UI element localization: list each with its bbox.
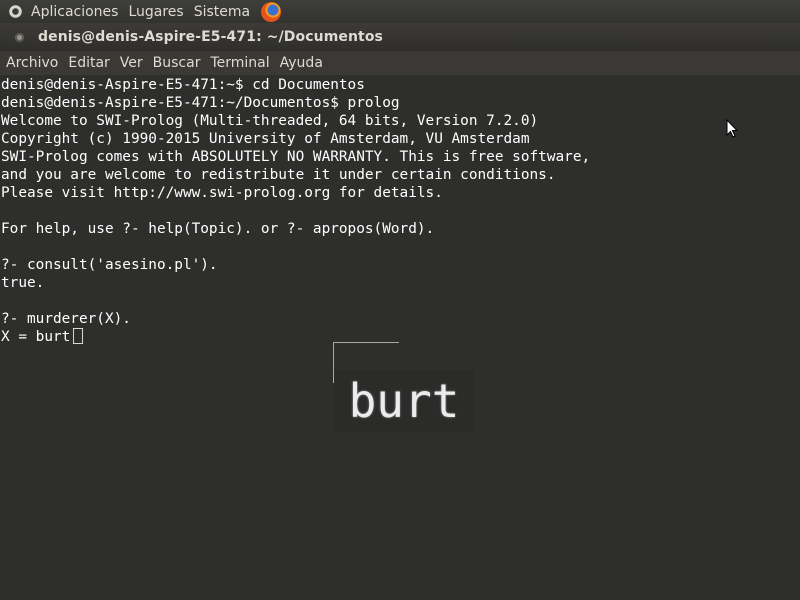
menu-archivo[interactable]: Archivo [6,55,58,71]
firefox-icon[interactable] [261,1,282,22]
terminal-line: denis@denis-Aspire-E5-471:~/Documentos$ … [1,95,400,111]
menu-ver[interactable]: Ver [120,55,143,71]
text-cursor [73,328,84,344]
terminal-output[interactable]: denis@denis-Aspire-E5-471:~$ cd Document… [0,76,800,600]
terminal-line: Copyright (c) 1990-2015 University of Am… [1,131,530,147]
magnifier-lens: burt [334,370,474,432]
terminal-prompt-line: X = burt [0,328,800,346]
ubuntu-logo-icon[interactable] [8,4,23,19]
terminal-line: denis@denis-Aspire-E5-471:~$ cd Document… [1,77,365,93]
top-panel: Aplicaciones Lugares Sistema [0,0,800,23]
menu-terminal[interactable]: Terminal [210,55,269,71]
terminal-line: true. [1,275,45,291]
terminal-menubar: Archivo Editar Ver Buscar Terminal Ayuda [0,51,800,75]
terminal-line: Please visit http://www.swi-prolog.org f… [1,185,443,201]
terminal-line: ?- murderer(X). [1,311,131,327]
menu-ayuda[interactable]: Ayuda [280,55,323,71]
terminal-line: and you are welcome to redistribute it u… [1,167,556,183]
mouse-pointer-icon [726,119,738,138]
menu-lugares[interactable]: Lugares [128,4,183,20]
menu-buscar[interactable]: Buscar [153,55,201,71]
menu-sistema[interactable]: Sistema [194,4,250,20]
close-window-icon[interactable] [15,32,24,42]
window-title: denis@denis-Aspire-E5-471: ~/Documentos [38,29,383,45]
terminal-line-text: X = burt [1,329,71,345]
terminal-line: ?- consult('asesino.pl'). [1,257,218,273]
terminal-line: For help, use ?- help(Topic). or ?- apro… [1,221,435,237]
window-titlebar[interactable]: denis@denis-Aspire-E5-471: ~/Documentos [0,23,800,51]
menu-editar[interactable]: Editar [68,55,109,71]
menu-aplicaciones[interactable]: Aplicaciones [31,4,118,20]
terminal-line: Welcome to SWI-Prolog (Multi-threaded, 6… [1,113,539,129]
terminal-line: SWI-Prolog comes with ABSOLUTELY NO WARR… [1,149,591,165]
